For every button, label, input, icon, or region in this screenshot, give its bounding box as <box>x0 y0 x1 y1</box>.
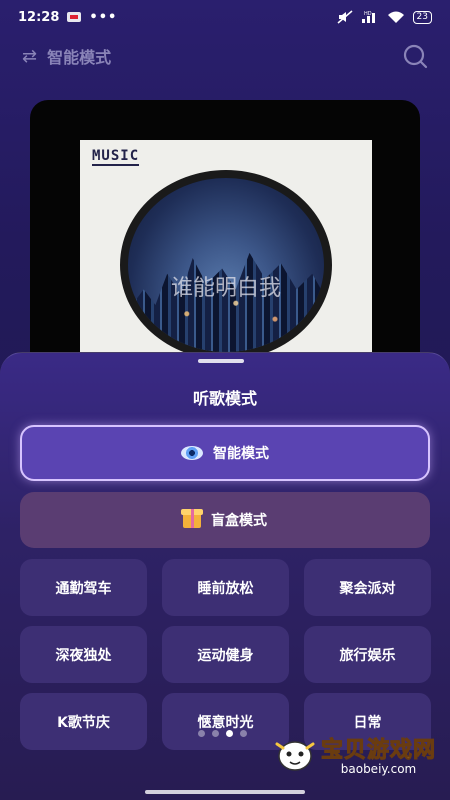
scene-karaoke[interactable]: K歌节庆 <box>20 693 147 750</box>
page-dot[interactable] <box>212 730 219 737</box>
search-icon[interactable] <box>402 43 428 69</box>
status-time: 12:28 <box>18 9 60 25</box>
mascot-logo-icon <box>275 741 315 771</box>
top-bar: ⇄ 智能模式 <box>0 38 450 74</box>
album-disc <box>120 170 332 360</box>
scene-grid: 通勤驾车 睡前放松 聚会派对 深夜独处 运动健身 旅行娱乐 K歌节庆 惬意时光 … <box>20 559 432 750</box>
watermark-url: baobeiy.com <box>340 762 417 776</box>
blind-box-mode-button[interactable]: 盲盒模式 <box>20 492 430 548</box>
status-icons: HD 23 <box>337 10 432 24</box>
signal-icon: HD <box>361 11 375 23</box>
scene-relax[interactable]: 惬意时光 <box>162 693 289 750</box>
song-title: 谁能明白我 <box>170 276 281 301</box>
scene-commute[interactable]: 通勤驾车 <box>20 559 147 616</box>
home-indicator[interactable] <box>145 790 305 794</box>
smart-mode-button[interactable]: 智能模式 <box>20 425 430 481</box>
blind-box-mode-label: 盲盒模式 <box>211 513 267 529</box>
svg-text:HD: HD <box>364 11 372 17</box>
page-dot[interactable] <box>240 730 247 737</box>
player-card[interactable]: MUSIC 谁能明白我 <box>30 100 420 390</box>
page-dot-active[interactable] <box>226 730 233 737</box>
scene-sleep[interactable]: 睡前放松 <box>162 559 289 616</box>
notification-icon <box>67 12 82 22</box>
more-notifications-icon: ••• <box>89 9 118 25</box>
wifi-icon <box>387 11 404 23</box>
scene-party[interactable]: 聚会派对 <box>304 559 431 616</box>
scene-travel[interactable]: 旅行娱乐 <box>304 626 431 683</box>
switch-mode-icon[interactable]: ⇄ <box>22 46 37 67</box>
page-dot[interactable] <box>198 730 205 737</box>
watermark: 宝贝游戏网 baobeiy.com <box>273 732 436 776</box>
sheet-drag-handle[interactable] <box>198 359 244 363</box>
watermark-brand: 宝贝游戏网 <box>320 738 436 764</box>
page-indicator <box>198 730 247 737</box>
sheet-title: 听歌模式 <box>192 389 257 408</box>
status-bar: 12:28 ••• HD 23 <box>0 0 450 34</box>
battery-icon: 23 <box>412 10 432 24</box>
scene-late-night[interactable]: 深夜独处 <box>20 626 147 683</box>
scene-workout[interactable]: 运动健身 <box>162 626 289 683</box>
smart-mode-label: 智能模式 <box>213 446 269 462</box>
album-logo: MUSIC <box>92 148 140 166</box>
gift-box-icon <box>181 509 203 528</box>
mute-icon <box>337 10 353 24</box>
eye-icon <box>181 446 203 460</box>
current-mode-label[interactable]: 智能模式 <box>47 44 111 68</box>
watermark-text: 宝贝游戏网 baobeiy.com <box>320 732 436 777</box>
